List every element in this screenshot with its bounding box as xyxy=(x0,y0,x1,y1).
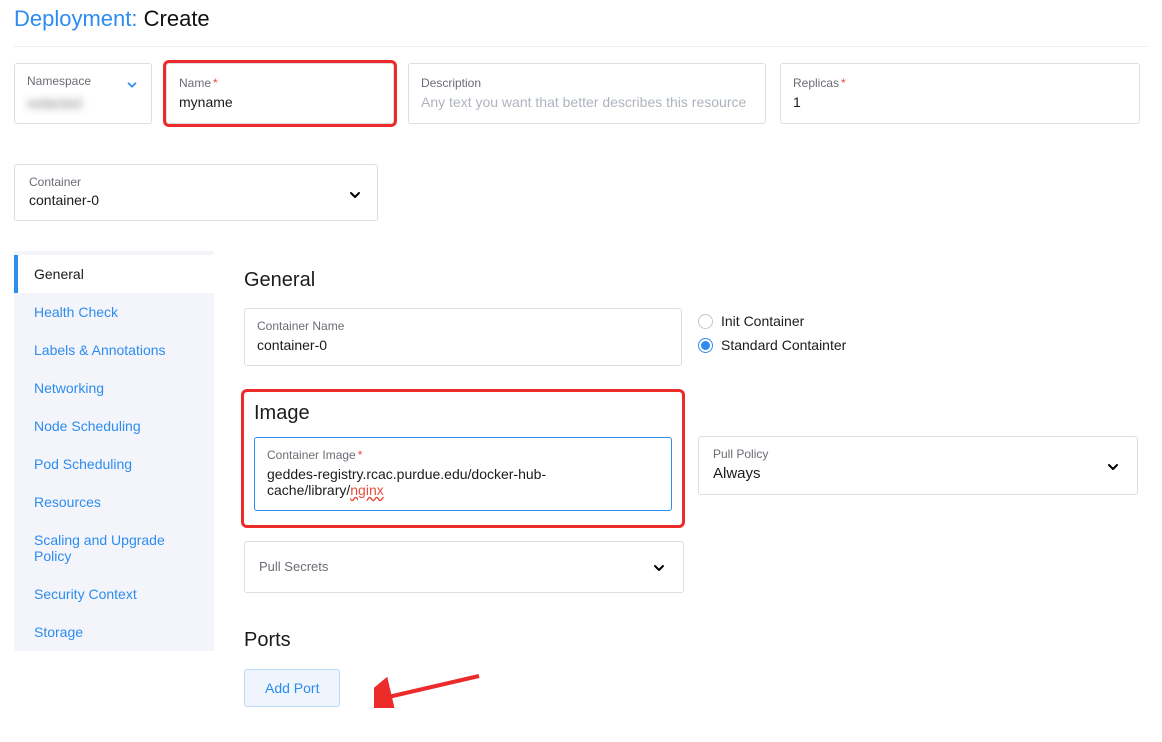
image-section-highlight: Image Container Image* geddes-registry.r… xyxy=(244,392,682,525)
namespace-label: Namespace xyxy=(27,74,139,88)
add-port-button[interactable]: Add Port xyxy=(244,669,340,707)
sidenav-item-networking[interactable]: Networking xyxy=(18,369,214,407)
namespace-value-redacted: redacted xyxy=(27,95,139,111)
chevron-down-icon xyxy=(1105,459,1121,480)
section-heading-ports: Ports xyxy=(244,629,1138,652)
pull-policy-select[interactable]: Pull Policy Always xyxy=(698,436,1138,495)
container-sidenav: General Health Check Labels & Annotation… xyxy=(14,251,214,651)
radio-init-label: Init Container xyxy=(721,313,804,329)
sidenav-item-storage[interactable]: Storage xyxy=(18,613,214,651)
sidenav-item-scaling-upgrade[interactable]: Scaling and Upgrade Policy xyxy=(18,521,214,575)
sidenav-item-pod-scheduling[interactable]: Pod Scheduling xyxy=(18,445,214,483)
container-image-input[interactable]: geddes-registry.rcac.purdue.edu/docker-h… xyxy=(267,466,659,498)
radio-standard-container[interactable]: Standard Containter xyxy=(698,337,846,353)
container-config-area: General Health Check Labels & Annotation… xyxy=(14,251,1148,728)
container-select-label: Container xyxy=(29,175,363,189)
radio-checked-icon xyxy=(698,338,713,353)
annotation-arrow-icon xyxy=(374,668,484,708)
replicas-input[interactable] xyxy=(793,94,1127,110)
pull-policy-value: Always xyxy=(713,465,1123,482)
container-main-panel: General Container Name Init Container St… xyxy=(214,251,1148,728)
name-label: Name* xyxy=(179,76,381,90)
radio-init-container[interactable]: Init Container xyxy=(698,313,846,329)
sidenav-item-security-context[interactable]: Security Context xyxy=(18,575,214,613)
page-title: Deployment: Create xyxy=(14,6,1148,47)
container-name-field[interactable]: Container Name xyxy=(244,308,682,366)
description-field[interactable]: Description xyxy=(408,63,766,124)
description-input[interactable] xyxy=(421,94,753,110)
sidenav-item-general[interactable]: General xyxy=(14,255,214,293)
radio-standard-label: Standard Containter xyxy=(721,337,846,353)
pull-policy-label: Pull Policy xyxy=(713,447,1123,461)
section-heading-image: Image xyxy=(254,402,672,425)
replicas-field[interactable]: Replicas* xyxy=(780,63,1140,124)
pull-secrets-label: Pull Secrets xyxy=(259,559,328,574)
container-name-input[interactable] xyxy=(257,337,669,353)
chevron-down-icon xyxy=(651,560,667,581)
name-input[interactable] xyxy=(179,94,381,110)
radio-unchecked-icon xyxy=(698,314,713,329)
container-select-value: container-0 xyxy=(29,192,363,208)
page-title-prefix: Deployment: xyxy=(14,6,138,31)
page-title-suffix: Create xyxy=(138,6,210,31)
top-fields-row: Namespace redacted Name* Description Rep… xyxy=(14,63,1148,124)
container-type-radiogroup: Init Container Standard Containter xyxy=(698,313,846,361)
container-image-label: Container Image* xyxy=(267,448,659,462)
chevron-down-icon xyxy=(347,187,363,208)
name-field[interactable]: Name* xyxy=(166,63,394,124)
section-heading-general: General xyxy=(244,269,1138,292)
namespace-select[interactable]: Namespace redacted xyxy=(14,63,152,124)
sidenav-item-node-scheduling[interactable]: Node Scheduling xyxy=(18,407,214,445)
container-image-field[interactable]: Container Image* geddes-registry.rcac.pu… xyxy=(254,437,672,511)
sidenav-item-resources[interactable]: Resources xyxy=(18,483,214,521)
replicas-label: Replicas* xyxy=(793,76,1127,90)
pull-secrets-select[interactable]: Pull Secrets xyxy=(244,541,684,593)
chevron-down-icon xyxy=(125,78,139,97)
container-name-label: Container Name xyxy=(257,319,669,333)
sidenav-item-health-check[interactable]: Health Check xyxy=(18,293,214,331)
description-label: Description xyxy=(421,76,753,90)
container-select[interactable]: Container container-0 xyxy=(14,164,378,221)
sidenav-item-labels-annotations[interactable]: Labels & Annotations xyxy=(18,331,214,369)
